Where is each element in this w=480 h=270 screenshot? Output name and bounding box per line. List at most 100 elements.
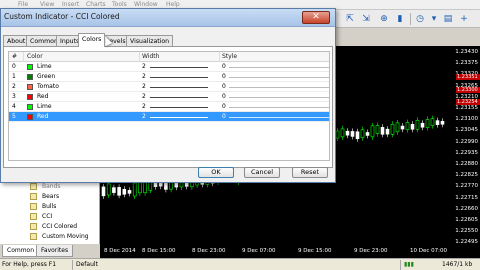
color-swatch[interactable] (27, 64, 33, 70)
zoom-in-icon[interactable]: ⊕ (378, 13, 390, 25)
bear-candle (420, 122, 425, 128)
color-name[interactable]: Green (37, 73, 55, 80)
line-style[interactable]: 0 (222, 103, 226, 110)
dialog-titlebar[interactable]: Custom Indicator - CCI Colored ✕ (1, 9, 335, 27)
buffer-row[interactable]: 0 Lime 2 0 (9, 62, 329, 72)
line-style[interactable]: 0 (222, 93, 226, 100)
bear-candle (440, 120, 445, 125)
menu-tools[interactable]: Tools (112, 1, 127, 8)
buffer-row[interactable]: 5 Red 2 0 (9, 112, 329, 122)
bear-candle (101, 186, 106, 197)
line-width[interactable]: 2 (142, 113, 146, 120)
indicators-icon[interactable]: ◷ (414, 13, 426, 25)
width-preview (150, 67, 208, 68)
price-label: 1.23430 (455, 49, 478, 55)
bull-candle (138, 182, 142, 194)
reset-button[interactable]: Reset (292, 167, 328, 178)
cancel-button[interactable]: Cancel (244, 167, 280, 178)
navigator-item[interactable]: Custom Moving (30, 232, 89, 241)
navigator-tabs: Common Favorites (0, 244, 100, 258)
buffers-grid: # Color Width Style 0 Lime 2 0 1 Green 2 0 2 Toma… (8, 51, 330, 161)
bull-candle (395, 122, 400, 133)
bull-candle (340, 128, 345, 138)
width-preview (150, 87, 208, 88)
indicator-properties-dialog: Custom Indicator - CCI Colored ✕ About C… (0, 8, 336, 183)
buffer-index: 5 (12, 113, 16, 120)
buffer-row[interactable]: 3 Red 2 0 (9, 92, 329, 102)
bull-candle (375, 125, 380, 134)
color-name[interactable]: Tomato (37, 83, 59, 90)
autoscroll-icon[interactable]: ⇲ (360, 13, 372, 25)
indicator-icon (30, 233, 37, 240)
menu-charts[interactable]: Charts (86, 1, 106, 8)
menu-view[interactable]: View (40, 1, 54, 8)
width-preview (150, 107, 208, 108)
bear-candle (365, 132, 370, 136)
bar-chart-icon[interactable]: ▮ (394, 13, 406, 25)
templates-icon[interactable]: ▤ (442, 13, 454, 25)
tab-colors[interactable]: Colors (78, 33, 106, 47)
color-swatch[interactable] (27, 104, 33, 110)
status-separator (400, 260, 401, 270)
color-name[interactable]: Red (37, 113, 48, 120)
price-label: 1.22495 (455, 239, 478, 246)
line-width[interactable]: 2 (142, 73, 146, 80)
buffer-row[interactable]: 1 Green 2 0 (9, 72, 329, 82)
line-style[interactable]: 0 (222, 63, 226, 70)
line-width[interactable]: 2 (142, 83, 146, 90)
color-swatch[interactable] (27, 84, 33, 90)
menu-file[interactable]: File (18, 1, 28, 8)
menu-window[interactable]: Window (134, 1, 158, 8)
color-swatch[interactable] (27, 114, 33, 120)
line-style[interactable]: 0 (222, 73, 226, 80)
ok-button[interactable]: OK (198, 167, 234, 178)
indicator-icon (30, 193, 37, 200)
connection-icon: ▮▮▮ (404, 261, 414, 268)
buffer-row[interactable]: 2 Tomato 2 0 (9, 82, 329, 92)
line-width[interactable]: 2 (142, 93, 146, 100)
chart-shift-icon[interactable]: ⇱ (344, 13, 356, 25)
tab-common[interactable]: Common (2, 245, 40, 257)
indicator-icon (30, 183, 37, 190)
status-bar: For Help, press F1 Default ▮▮▮ 1467/1 kb (0, 258, 480, 270)
line-width[interactable]: 2 (142, 103, 146, 110)
date-axis: 8 Dec 2014 8 Dec 15:00 8 Dec 23:00 9 Dec… (100, 246, 480, 258)
price-label: 1.22990 (455, 138, 478, 145)
bear-candle (112, 187, 116, 193)
bear-candle (350, 131, 355, 137)
tab-favorites[interactable]: Favorites (36, 245, 74, 257)
line-style[interactable]: 0 (222, 113, 226, 120)
status-profile: Default (76, 261, 98, 268)
close-button[interactable]: ✕ (302, 11, 330, 24)
crosshair-icon[interactable]: + (458, 13, 470, 25)
color-name[interactable]: Lime (37, 103, 52, 110)
indicator-icon (30, 213, 37, 220)
menu-insert[interactable]: Insert (62, 1, 79, 8)
color-swatch[interactable] (27, 94, 33, 100)
bull-candle (106, 183, 111, 196)
menu-help[interactable]: Help (166, 1, 180, 8)
color-name[interactable]: Lime (37, 63, 52, 70)
navigator-item[interactable]: Bulls (30, 202, 56, 211)
period-icon[interactable]: ▾ (428, 13, 440, 25)
column-header-color: Color (27, 53, 43, 60)
price-marker: 1.23300 (456, 87, 480, 93)
style-preview (229, 97, 329, 98)
buffer-row[interactable]: 4 Lime 2 0 (9, 102, 329, 112)
color-swatch[interactable] (27, 74, 33, 80)
navigator-item[interactable]: Bears (30, 192, 59, 201)
buffer-index: 1 (12, 73, 16, 80)
bear-candle (385, 128, 390, 135)
navigator-item[interactable]: Bands (30, 182, 61, 191)
price-label: 1.22770 (455, 183, 478, 190)
buffer-index: 3 (12, 93, 16, 100)
date-label: 8 Dec 23:00 (192, 248, 226, 254)
line-width[interactable]: 2 (142, 63, 146, 70)
navigator-item[interactable]: CCI Colored (30, 222, 77, 231)
style-preview (229, 77, 329, 78)
bull-candle (370, 125, 375, 138)
price-label: 1.22550 (455, 228, 478, 235)
line-style[interactable]: 0 (222, 83, 226, 90)
color-name[interactable]: Red (37, 93, 48, 100)
navigator-item[interactable]: CCI (30, 212, 52, 221)
